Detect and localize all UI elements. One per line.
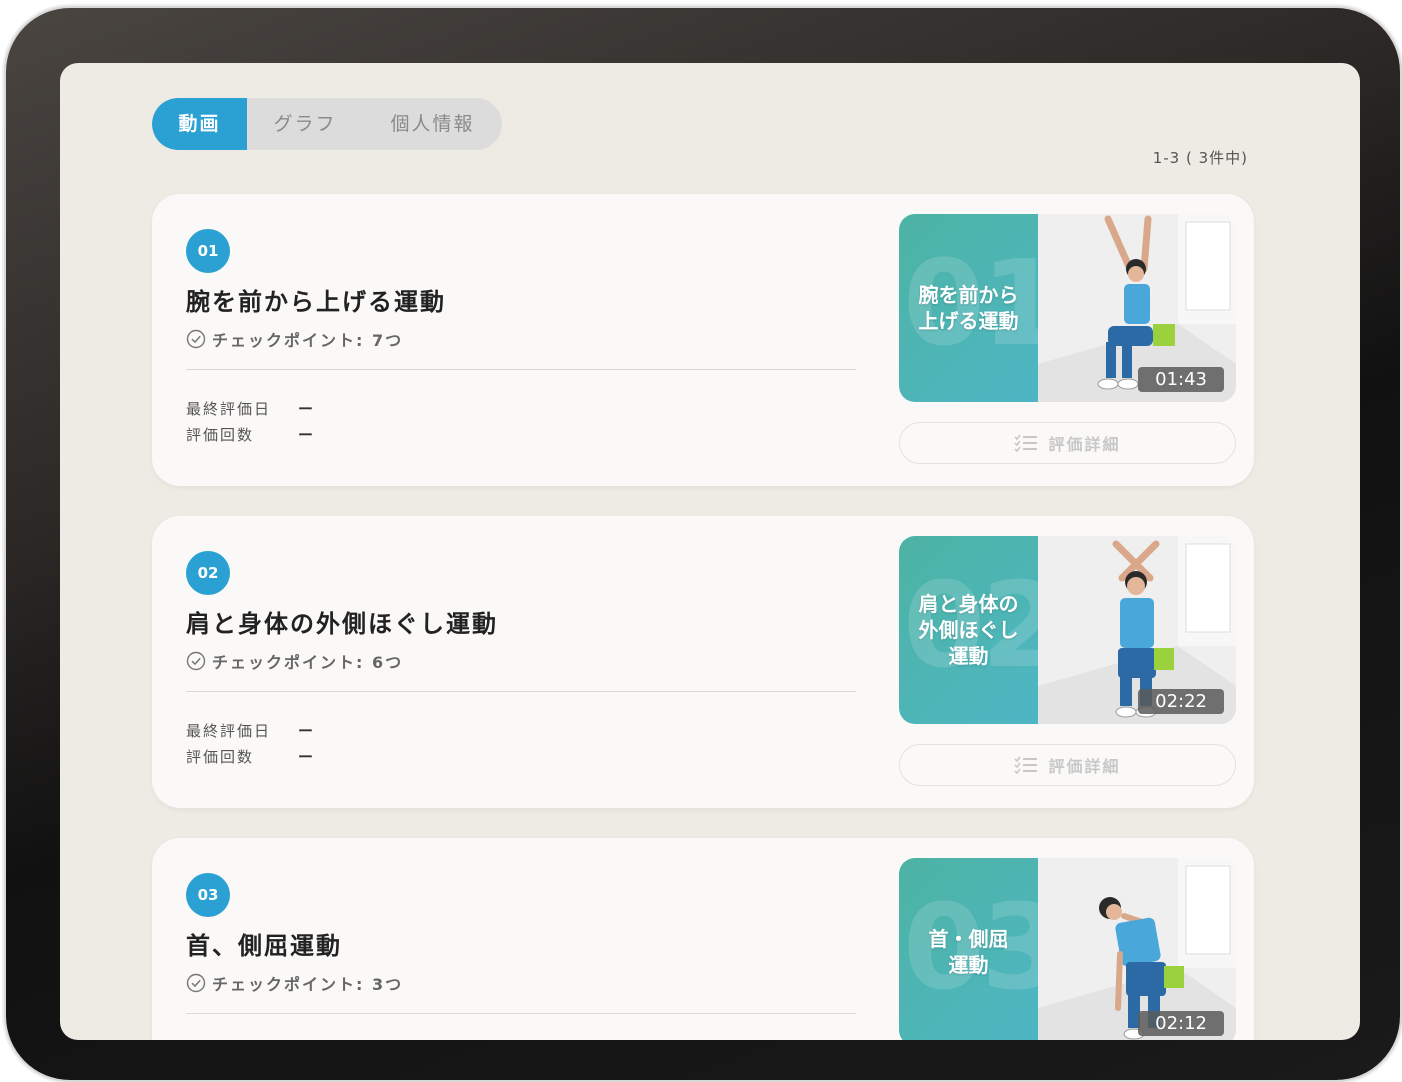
thumbnail-title: 肩と身体の 外側ほぐし 運動 [899, 536, 1038, 724]
evaluation-detail-button[interactable]: 評価詳細 [899, 422, 1236, 464]
divider [186, 1013, 856, 1014]
last-eval-row: 最終評価日 ー [186, 720, 315, 741]
thumbnail-title: 首・側屈 運動 [899, 858, 1038, 1040]
detail-button-label: 評価詳細 [1048, 435, 1121, 454]
eval-count-label: 評価回数 [186, 426, 255, 444]
video-thumbnail[interactable]: 02 肩と身体の 外側ほぐし 運動 02:22 [899, 536, 1236, 724]
divider [186, 369, 856, 370]
app-screen: 動画 グラフ 個人情報 1-3 ( 3件中) 01 腕を前から上げる運動 チェッ… [60, 63, 1360, 1040]
last-eval-label: 最終評価日 [186, 400, 272, 418]
exercise-title: 腕を前から上げる運動 [186, 288, 446, 316]
thumbnail-title-line: 運動 [948, 644, 989, 668]
eval-count-label: 評価回数 [186, 748, 255, 766]
last-eval-row: 最終評価日 ー [186, 398, 315, 419]
exercise-card: 02 肩と身体の外側ほぐし運動 チェックポイント: 6つ 最終評価日ー 評価回数… [152, 516, 1254, 808]
checkpoint-text: チェックポイント: 3つ [212, 975, 404, 994]
video-duration: 02:12 [1138, 1011, 1224, 1036]
eval-count-value: ー [298, 748, 316, 766]
exercise-title: 首、側屈運動 [186, 932, 342, 960]
thumbnail-title-panel: 03 首・側屈 運動 [899, 858, 1063, 1040]
detail-button-label: 評価詳細 [1048, 757, 1121, 776]
tab-graph[interactable]: グラフ [247, 98, 363, 150]
checkpoint-text: チェックポイント: 6つ [212, 653, 404, 672]
video-duration: 02:22 [1138, 689, 1224, 714]
exercise-card: 03 首、側屈運動 チェックポイント: 3つ 03 首・側屈 運動 02:12 [152, 838, 1254, 1040]
thumbnail-title-line: 肩と身体の [918, 592, 1019, 616]
thumbnail-title-panel: 02 肩と身体の 外側ほぐし 運動 [899, 536, 1063, 724]
video-thumbnail[interactable]: 03 首・側屈 運動 02:12 [899, 858, 1236, 1040]
tab-bar: 動画 グラフ 個人情報 [152, 98, 502, 150]
check-circle-icon [186, 329, 206, 349]
eval-count-value: ー [298, 426, 316, 444]
exercise-number-badge: 01 [186, 229, 230, 273]
exercise-number-badge: 02 [186, 551, 230, 595]
list-check-icon [1014, 756, 1038, 774]
checkpoint-info: チェックポイント: 7つ [186, 327, 403, 351]
check-circle-icon [186, 651, 206, 671]
tab-personal-info[interactable]: 個人情報 [363, 98, 502, 150]
eval-count-row: 評価回数 ー [186, 746, 315, 767]
checkpoint-text: チェックポイント: 7つ [212, 331, 404, 350]
evaluation-detail-button[interactable]: 評価詳細 [899, 744, 1236, 786]
thumbnail-title-line: 腕を前から [918, 283, 1019, 307]
video-thumbnail[interactable]: 01 腕を前から 上げる運動 01:43 [899, 214, 1236, 402]
thumbnail-title: 腕を前から 上げる運動 [899, 214, 1038, 402]
tablet-frame: 動画 グラフ 個人情報 1-3 ( 3件中) 01 腕を前から上げる運動 チェッ… [6, 8, 1400, 1080]
list-check-icon [1014, 434, 1038, 452]
last-eval-value: ー [298, 400, 316, 418]
thumbnail-title-line: 外側ほぐし [918, 618, 1019, 642]
divider [186, 691, 856, 692]
last-eval-value: ー [298, 722, 316, 740]
eval-count-row: 評価回数 ー [186, 424, 315, 445]
exercise-number-badge: 03 [186, 873, 230, 917]
thumbnail-photo: 02:12 [1038, 858, 1236, 1040]
exercise-title: 肩と身体の外側ほぐし運動 [186, 610, 498, 638]
thumbnail-title-line: 運動 [948, 953, 989, 977]
last-eval-label: 最終評価日 [186, 722, 272, 740]
thumbnail-title-line: 上げる運動 [918, 309, 1019, 333]
thumbnail-title-line: 首・側屈 [928, 927, 1009, 951]
thumbnail-photo: 01:43 [1038, 214, 1236, 402]
result-count: 1-3 ( 3件中) [1152, 149, 1248, 167]
video-duration: 01:43 [1138, 367, 1224, 392]
check-circle-icon [186, 973, 206, 993]
thumbnail-photo: 02:22 [1038, 536, 1236, 724]
checkpoint-info: チェックポイント: 6つ [186, 649, 403, 673]
exercise-card: 01 腕を前から上げる運動 チェックポイント: 7つ 最終評価日ー 評価回数ー … [152, 194, 1254, 486]
thumbnail-title-panel: 01 腕を前から 上げる運動 [899, 214, 1063, 402]
checkpoint-info: チェックポイント: 3つ [186, 971, 403, 995]
tab-video[interactable]: 動画 [152, 98, 247, 150]
